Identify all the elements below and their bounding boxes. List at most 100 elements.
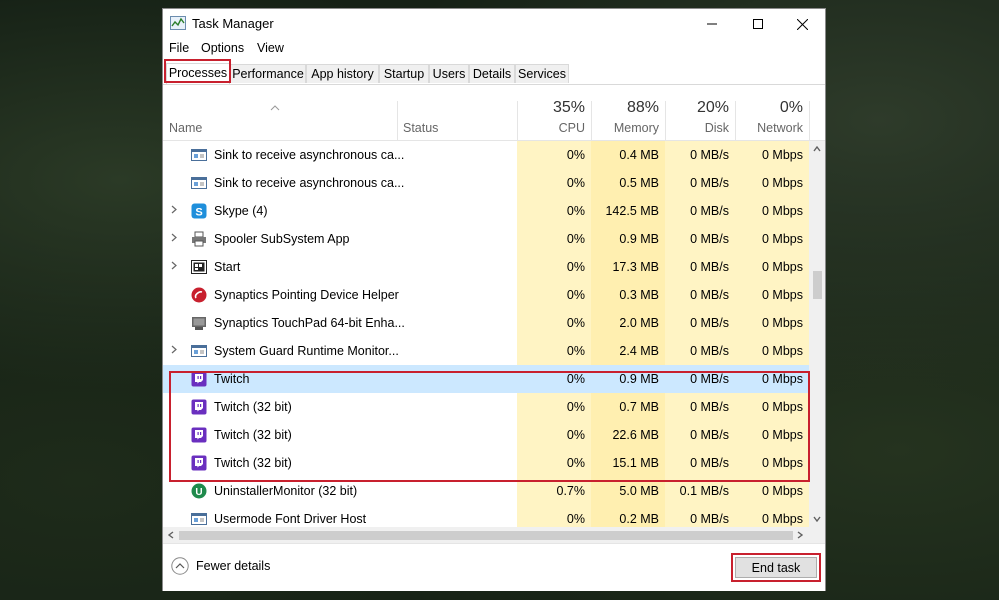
end-task-highlight bbox=[731, 553, 821, 582]
process-row[interactable]: Synaptics TouchPad 64-bit Enha... 0% 2.0 M… bbox=[163, 309, 809, 337]
column-memory[interactable]: 88% Memory bbox=[591, 85, 665, 140]
process-row[interactable]: System Guard Runtime Monitor... 0% 2.4 MB 0… bbox=[163, 337, 809, 365]
process-memory: 0.9 MB bbox=[619, 232, 659, 246]
column-network[interactable]: 0% Network bbox=[735, 85, 809, 140]
process-name: Usermode Font Driver Host bbox=[214, 512, 367, 526]
column-status-label: Status bbox=[403, 121, 439, 135]
process-row[interactable]: Spooler SubSystem App 0% 0.9 MB 0 MB/s 0 Mbp… bbox=[163, 225, 809, 253]
process-disk: 0 MB/s bbox=[690, 512, 729, 526]
disk-percent: 20% bbox=[696, 99, 729, 116]
process-name: Sink to receive asynchronous ca... bbox=[214, 176, 405, 190]
process-disk: 0 MB/s bbox=[690, 232, 729, 246]
process-cpu: 0% bbox=[566, 204, 585, 218]
menu-file[interactable]: File bbox=[169, 41, 189, 55]
process-row[interactable]: Synaptics Pointing Device Helper 0% 0.3 MB… bbox=[163, 281, 809, 309]
tab-startup[interactable]: Startup bbox=[379, 64, 429, 83]
close-button[interactable] bbox=[779, 9, 825, 39]
scroll-left-icon[interactable] bbox=[168, 531, 174, 539]
tab-services[interactable]: Services bbox=[515, 64, 569, 83]
scroll-right-icon[interactable] bbox=[797, 531, 803, 539]
process-name: Spooler SubSystem App bbox=[214, 232, 350, 246]
minimize-button[interactable] bbox=[689, 9, 735, 39]
process-cpu: 0% bbox=[566, 232, 585, 246]
process-cpu: 0.7% bbox=[556, 484, 586, 498]
twitch-rows-highlight bbox=[169, 371, 810, 482]
menu-bar: File Options View bbox=[163, 39, 825, 59]
vertical-scrollbar[interactable] bbox=[809, 141, 825, 527]
process-memory: 0.4 MB bbox=[619, 148, 659, 162]
process-cpu: 0% bbox=[566, 288, 585, 302]
process-disk: 0 MB/s bbox=[690, 204, 729, 218]
process-name: Sink to receive asynchronous ca... bbox=[214, 148, 405, 162]
close-icon bbox=[796, 18, 808, 30]
column-disk[interactable]: 20% Disk bbox=[665, 85, 735, 140]
process-memory: 0.2 MB bbox=[619, 512, 659, 526]
scroll-down-icon[interactable] bbox=[813, 516, 821, 522]
horizontal-scroll-thumb[interactable] bbox=[179, 531, 793, 540]
expand-chevron-icon[interactable] bbox=[171, 345, 177, 357]
process-disk: 0 MB/s bbox=[690, 260, 729, 274]
process-network: 0 Mbps bbox=[762, 484, 803, 498]
process-name: Start bbox=[214, 260, 241, 274]
process-network: 0 Mbps bbox=[762, 232, 803, 246]
tab-performance[interactable]: Performance bbox=[230, 64, 306, 83]
process-disk: 0.1 MB/s bbox=[679, 484, 729, 498]
process-disk: 0 MB/s bbox=[690, 288, 729, 302]
cpu-label: CPU bbox=[558, 121, 585, 135]
menu-view[interactable]: View bbox=[257, 41, 284, 55]
process-row[interactable]: Sink to receive asynchronous ca... 0% 0.4 … bbox=[163, 141, 809, 169]
scroll-up-icon[interactable] bbox=[813, 146, 821, 152]
svg-text:U: U bbox=[195, 487, 202, 498]
task-manager-icon bbox=[170, 16, 186, 30]
process-row[interactable]: Start 0% 17.3 MB 0 MB/s 0 Mbps bbox=[163, 253, 809, 281]
network-percent: 0% bbox=[779, 99, 803, 116]
column-name[interactable]: Name bbox=[163, 85, 397, 140]
process-memory: 2.0 MB bbox=[619, 316, 659, 330]
tab-details[interactable]: Details bbox=[469, 64, 515, 83]
process-cpu: 0% bbox=[566, 512, 585, 526]
maximize-button[interactable] bbox=[735, 9, 781, 39]
start-icon bbox=[191, 260, 207, 274]
window-title: Task Manager bbox=[192, 16, 274, 31]
chevron-up-circle-icon[interactable] bbox=[171, 557, 189, 575]
process-network: 0 Mbps bbox=[762, 344, 803, 358]
expand-chevron-icon[interactable] bbox=[171, 233, 177, 245]
expand-chevron-icon[interactable] bbox=[171, 205, 177, 217]
process-cpu: 0% bbox=[566, 148, 585, 162]
fewer-details-link[interactable]: Fewer details bbox=[196, 559, 270, 573]
tab-strip: Processes Performance App history Startu… bbox=[163, 63, 825, 85]
process-memory: 5.0 MB bbox=[619, 484, 659, 498]
network-label: Network bbox=[757, 121, 803, 135]
horizontal-scrollbar[interactable] bbox=[163, 527, 825, 543]
memory-label: Memory bbox=[613, 121, 659, 135]
process-network: 0 Mbps bbox=[762, 288, 803, 302]
process-row[interactable]: Usermode Font Driver Host 0% 0.2 MB 0 MB/s 0… bbox=[163, 505, 809, 527]
window-icon bbox=[191, 345, 207, 357]
process-row[interactable]: S Skype (4) 0% 142.5 MB 0 MB/s 0 Mbps bbox=[163, 197, 809, 225]
svg-text:S: S bbox=[195, 207, 202, 219]
tab-app-history[interactable]: App history bbox=[306, 64, 379, 83]
process-row[interactable]: Sink to receive asynchronous ca... 0% 0.5 … bbox=[163, 169, 809, 197]
column-name-label: Name bbox=[169, 121, 203, 135]
process-memory: 2.4 MB bbox=[619, 344, 659, 358]
column-status[interactable]: Status bbox=[397, 85, 517, 140]
process-cpu: 0% bbox=[566, 344, 585, 358]
expand-chevron-icon[interactable] bbox=[171, 261, 177, 273]
tab-users[interactable]: Users bbox=[429, 64, 469, 83]
menu-options[interactable]: Options bbox=[201, 41, 244, 55]
column-cpu[interactable]: 35% CPU bbox=[517, 85, 591, 140]
process-name: System Guard Runtime Monitor... bbox=[214, 344, 399, 358]
memory-percent: 88% bbox=[626, 99, 659, 116]
synaptics-icon bbox=[191, 287, 207, 303]
process-network: 0 Mbps bbox=[762, 512, 803, 526]
skype-icon: S bbox=[191, 203, 207, 219]
process-network: 0 Mbps bbox=[762, 204, 803, 218]
uninstaller-icon: U bbox=[191, 483, 207, 499]
vertical-scroll-thumb[interactable] bbox=[813, 271, 822, 299]
process-name: Synaptics TouchPad 64-bit Enha... bbox=[214, 316, 405, 330]
process-disk: 0 MB/s bbox=[690, 148, 729, 162]
process-memory: 0.5 MB bbox=[619, 176, 659, 190]
printer-icon bbox=[192, 231, 206, 247]
process-disk: 0 MB/s bbox=[690, 344, 729, 358]
title-bar[interactable]: Task Manager bbox=[163, 9, 825, 39]
